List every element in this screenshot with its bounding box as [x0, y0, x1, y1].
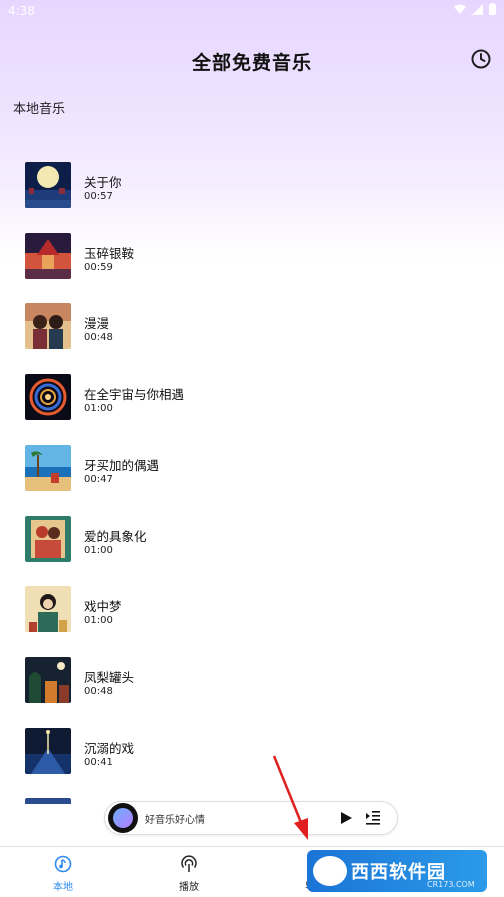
tab-label: 播放 — [179, 882, 199, 893]
song-title: 凤梨罐头 — [84, 670, 135, 685]
album-cover — [25, 374, 71, 420]
album-cover — [25, 233, 71, 279]
song-title: 在全宇宙与你相遇 — [84, 387, 185, 402]
song-title: 戏中梦 — [84, 599, 122, 614]
song-item[interactable]: 爱的具象化 01:00 — [0, 516, 504, 576]
song-item[interactable]: 凤梨罐头 00:48 — [0, 657, 504, 717]
player-title: 好音乐好心情 — [145, 815, 205, 826]
player-disc — [108, 803, 138, 833]
song-title: 牙买加的偶遇 — [84, 458, 160, 473]
history-button[interactable] — [470, 48, 492, 70]
song-duration: 01:00 — [84, 403, 113, 414]
music-note-icon — [54, 855, 72, 873]
signal-icon — [472, 3, 483, 15]
song-duration: 00:41 — [84, 757, 113, 768]
song-title: 漫漫 — [84, 316, 110, 331]
album-cover — [25, 303, 71, 349]
playlist-icon[interactable] — [365, 809, 381, 825]
broadcast-icon — [181, 855, 197, 872]
song-list[interactable]: 关于你 00:57 玉碎银鞍 00:59 漫漫 00:48 在全宇宙与你相遇 0… — [0, 162, 504, 804]
song-duration: 00:48 — [84, 332, 113, 343]
play-icon[interactable] — [339, 811, 353, 825]
mini-player[interactable]: 好音乐好心情 — [104, 801, 398, 835]
song-title: 关于你 — [84, 175, 122, 190]
status-time: 4:38 — [8, 4, 35, 18]
song-duration: 00:48 — [84, 686, 113, 697]
watermark-logo: 西西软件园 CR173.COM — [307, 850, 487, 892]
tab-local[interactable]: 本地 — [0, 847, 126, 897]
song-item[interactable]: 戏中梦 01:00 — [0, 586, 504, 646]
page-title: 全部免费音乐 — [191, 52, 312, 74]
song-duration: 01:00 — [84, 615, 113, 626]
song-item[interactable]: 关于你 00:57 — [0, 162, 504, 222]
song-duration: 00:47 — [84, 474, 113, 485]
watermark-emblem — [313, 856, 347, 886]
song-title: 爱的具象化 — [84, 529, 147, 544]
album-cover — [25, 798, 71, 804]
tab-play[interactable]: 播放 — [126, 847, 252, 897]
song-title: 玉碎银鞍 — [84, 246, 135, 261]
status-icons — [454, 3, 496, 15]
album-cover — [25, 586, 71, 632]
song-item[interactable]: 牙买加的偶遇 00:47 — [0, 445, 504, 505]
song-item[interactable]: 漫漫 00:48 — [0, 303, 504, 363]
album-cover — [25, 728, 71, 774]
wifi-icon — [454, 4, 466, 14]
song-duration: 01:00 — [84, 545, 113, 556]
song-duration: 00:59 — [84, 262, 113, 273]
song-item[interactable]: 在全宇宙与你相遇 01:00 — [0, 374, 504, 434]
status-bar: 4:38 — [0, 0, 504, 22]
battery-icon — [489, 3, 496, 15]
clock-icon — [471, 49, 491, 69]
song-title: 沉溺的戏 — [84, 741, 135, 756]
song-duration: 00:57 — [84, 191, 113, 202]
album-cover — [25, 657, 71, 703]
song-item[interactable]: 玉碎银鞍 00:59 — [0, 233, 504, 293]
section-title: 本地音乐 — [13, 102, 66, 117]
tab-label: 本地 — [53, 882, 73, 893]
album-cover — [25, 162, 71, 208]
album-cover — [25, 516, 71, 562]
watermark-url: CR173.COM — [427, 880, 475, 889]
song-item[interactable]: 沉溺的戏 00:41 — [0, 728, 504, 788]
album-cover — [25, 445, 71, 491]
